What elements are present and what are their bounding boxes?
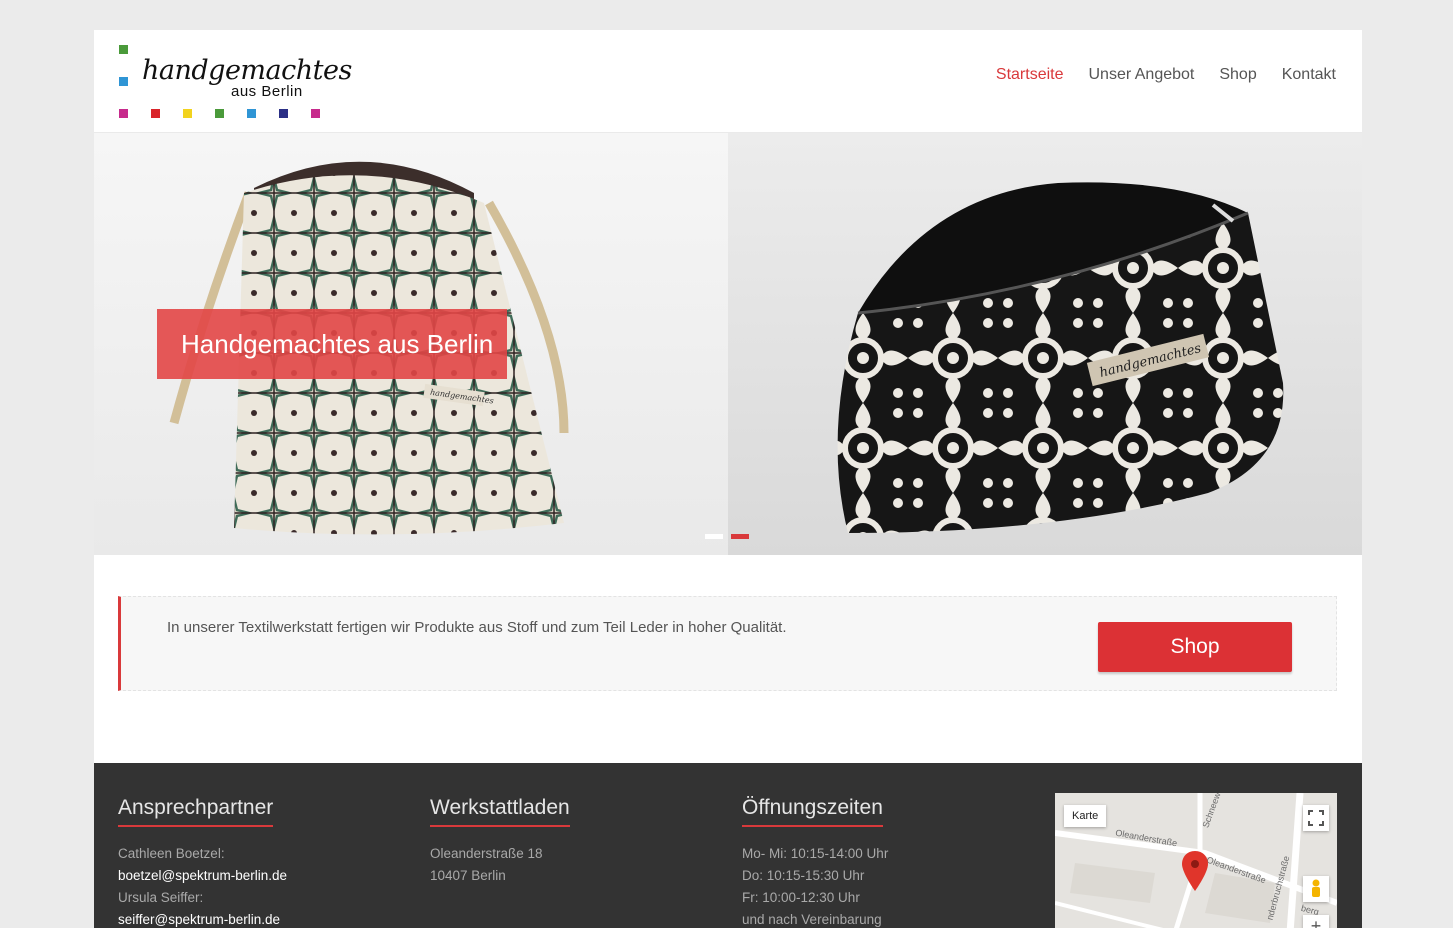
street-view-pegman-icon[interactable] <box>1303 876 1329 902</box>
hours-line-3: Fr: 10:00-12:30 Uhr <box>742 890 860 905</box>
location-map[interactable]: Oleanderstraße Oleanderstraße Schneew nd… <box>1055 793 1337 928</box>
main-nav: Startseite Unser Angebot Shop Kontakt <box>996 66 1336 84</box>
slider-caption: Handgemachtes aus Berlin <box>157 309 507 379</box>
logo-square <box>247 109 256 118</box>
zoom-in-icon[interactable]: + <box>1303 915 1329 928</box>
contact-email-2[interactable]: seiffer@spektrum-berlin.de <box>118 909 287 928</box>
intro-callout: In unserer Textilwerkstatt fertigen wir … <box>118 596 1337 691</box>
nav-kontakt[interactable]: Kontakt <box>1282 66 1336 84</box>
footer-shop-title: Werkstattladen <box>430 796 570 827</box>
logo-script-text: handgemachtes <box>142 55 352 86</box>
logo-square <box>119 109 128 118</box>
map-pin-icon[interactable] <box>1182 851 1208 891</box>
logo-square <box>279 109 288 118</box>
nav-startseite[interactable]: Startseite <box>996 66 1064 84</box>
site-footer: Ansprechpartner Cathleen Boetzel: boetze… <box>94 763 1362 928</box>
footer-hours: Öffnungszeiten Mo- Mi: 10:15-14:00 Uhr D… <box>742 796 888 928</box>
site-logo[interactable]: handgemachtes aus Berlin <box>114 42 352 120</box>
map-type-button[interactable]: Karte <box>1064 805 1107 827</box>
nav-unser-angebot[interactable]: Unser Angebot <box>1089 66 1195 84</box>
slide-image-pouch: handgemachtes <box>728 133 1362 555</box>
logo-square <box>119 77 128 86</box>
logo-square <box>119 45 128 54</box>
hero-slider[interactable]: handgemachtes handgemachtes Handgemachte… <box>94 133 1362 555</box>
slider-dot-2[interactable] <box>731 534 749 539</box>
page: handgemachtes aus Berlin Startseite Unse… <box>94 30 1362 928</box>
contact-email-1[interactable]: boetzel@spektrum-berlin.de <box>118 865 287 887</box>
shop-street: Oleanderstraße 18 <box>430 846 543 861</box>
footer-contact: Ansprechpartner Cathleen Boetzel: boetze… <box>118 796 287 928</box>
intro-text: In unserer Textilwerkstatt fertigen wir … <box>167 619 787 636</box>
logo-square <box>215 109 224 118</box>
footer-contact-title: Ansprechpartner <box>118 796 274 827</box>
site-header: handgemachtes aus Berlin Startseite Unse… <box>94 30 1362 133</box>
footer-hours-title: Öffnungszeiten <box>742 796 883 827</box>
fullscreen-icon[interactable] <box>1303 805 1329 831</box>
pouch-image: handgemachtes <box>837 182 1284 533</box>
logo-subtitle: aus Berlin <box>231 83 303 100</box>
hours-line-4: und nach Vereinbarung <box>742 912 882 927</box>
slider-pagination <box>705 534 749 539</box>
nav-shop[interactable]: Shop <box>1219 66 1256 84</box>
contact-name-1: Cathleen Boetzel: <box>118 846 225 861</box>
shop-button[interactable]: Shop <box>1098 622 1292 672</box>
hours-line-2: Do: 10:15-15:30 Uhr <box>742 868 865 883</box>
hours-line-1: Mo- Mi: 10:15-14:00 Uhr <box>742 846 889 861</box>
logo-square <box>183 109 192 118</box>
shop-city: 10407 Berlin <box>430 868 506 883</box>
slider-dot-1[interactable] <box>705 534 723 539</box>
footer-shop: Werkstattladen Oleanderstraße 18 10407 B… <box>430 796 570 887</box>
logo-square <box>151 109 160 118</box>
contact-name-2: Ursula Seiffer: <box>118 890 204 905</box>
logo-square <box>311 109 320 118</box>
